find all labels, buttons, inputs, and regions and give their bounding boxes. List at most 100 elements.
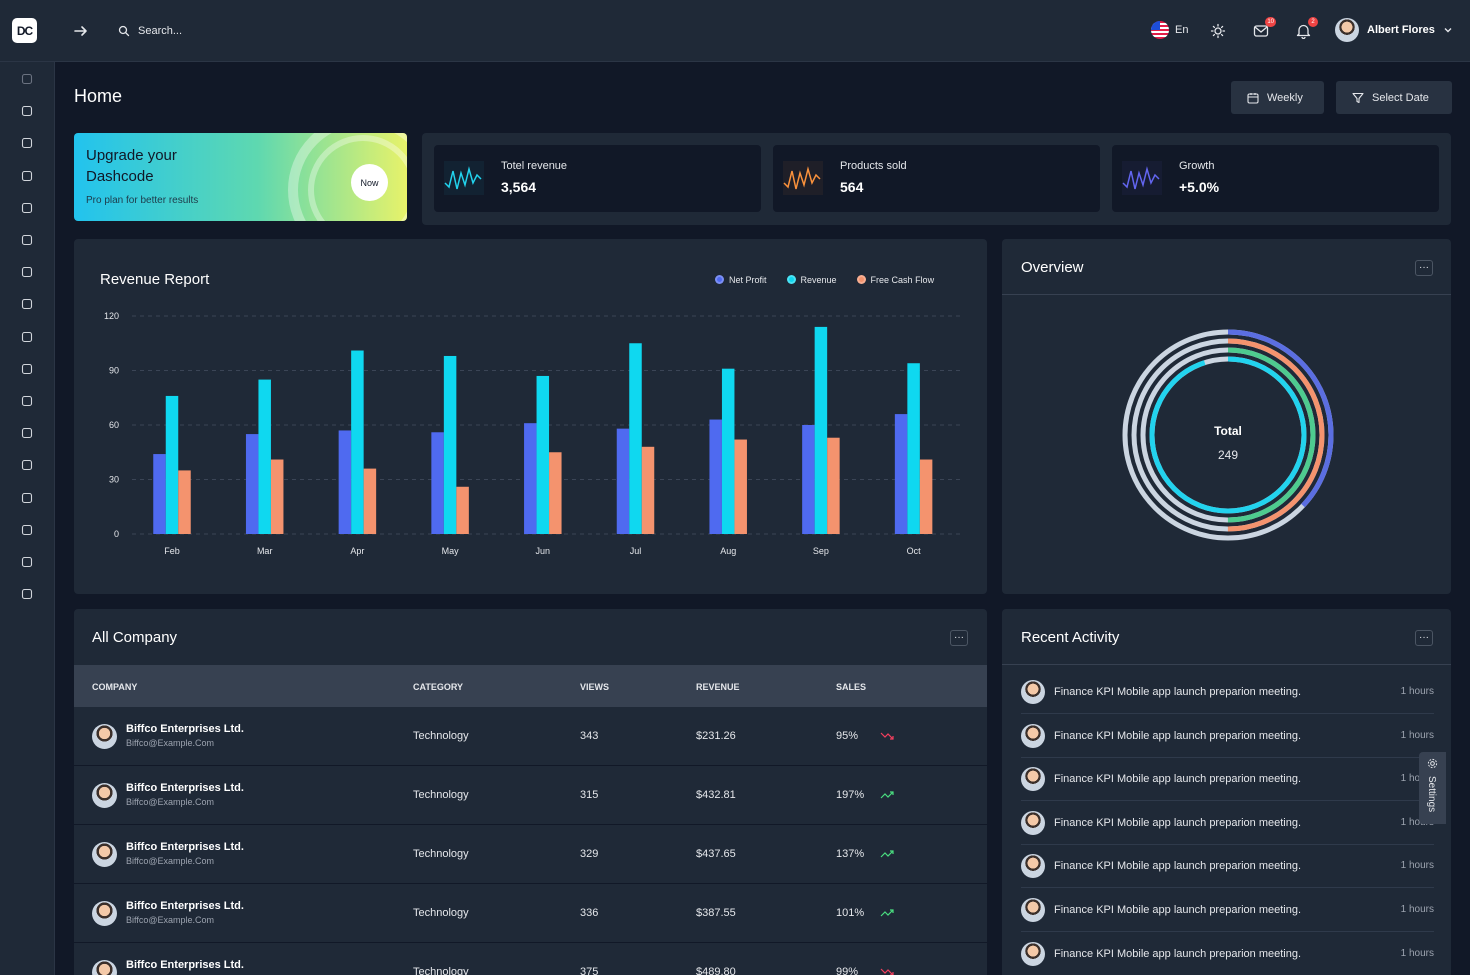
- x-tick-label: Oct: [907, 546, 922, 556]
- all-company-title: All Company: [92, 629, 178, 646]
- user-menu[interactable]: Albert Flores: [1335, 18, 1453, 42]
- briefcase-icon[interactable]: [19, 393, 35, 409]
- bar-free-cash-flow[interactable]: [919, 459, 933, 534]
- clipboard-check-icon[interactable]: [19, 232, 35, 248]
- trend-up-icon: [880, 909, 894, 917]
- bar-net-profit[interactable]: [524, 423, 537, 534]
- bar-revenue[interactable]: [907, 363, 920, 534]
- legend-revenue[interactable]: Revenue: [786, 275, 837, 285]
- bell-icon: [1296, 24, 1310, 39]
- bar-revenue[interactable]: [165, 395, 179, 534]
- header-revenue[interactable]: REVENUE: [696, 682, 740, 692]
- activity-item[interactable]: Finance KPI Mobile app launch preparion …: [1021, 758, 1434, 802]
- table-icon[interactable]: [19, 329, 35, 345]
- document-icon[interactable]: [19, 586, 35, 602]
- activity-item[interactable]: Finance KPI Mobile app launch preparion …: [1021, 671, 1434, 714]
- bar-revenue[interactable]: [443, 355, 457, 534]
- company-more-button[interactable]: ···: [950, 630, 968, 646]
- table-row[interactable]: Biffco Enterprises Ltd. Biffco@Example.Co…: [74, 825, 987, 884]
- search-input[interactable]: [138, 25, 308, 37]
- select-date-button[interactable]: Select Date: [1336, 81, 1452, 114]
- bar-free-cash-flow[interactable]: [641, 446, 655, 534]
- sidebar-toggle-arrow-icon[interactable]: [72, 22, 90, 40]
- activity-item[interactable]: Finance KPI Mobile app launch preparion …: [1021, 715, 1434, 758]
- bar-free-cash-flow[interactable]: [363, 468, 377, 534]
- home-icon[interactable]: [19, 71, 35, 87]
- bar-net-profit[interactable]: [894, 414, 908, 534]
- upgrade-now-button[interactable]: Now: [351, 164, 388, 201]
- activity-avatar: [1021, 723, 1045, 748]
- notification-button[interactable]: 2: [1292, 17, 1318, 42]
- activity-item[interactable]: Finance KPI Mobile app launch preparion …: [1021, 845, 1434, 889]
- file-icon[interactable]: [19, 264, 35, 280]
- bar-free-cash-flow[interactable]: [734, 439, 747, 534]
- activity-item[interactable]: Finance KPI Mobile app launch preparion …: [1021, 933, 1434, 975]
- map-icon[interactable]: [19, 522, 35, 538]
- mail-icon[interactable]: [19, 135, 35, 151]
- bar-revenue[interactable]: [629, 343, 642, 534]
- search-bar[interactable]: [118, 20, 318, 42]
- bar-revenue[interactable]: [351, 350, 364, 534]
- bar-free-cash-flow[interactable]: [456, 486, 469, 534]
- activity-text: Finance KPI Mobile app launch preparion …: [1054, 686, 1302, 698]
- bar-net-profit[interactable]: [431, 432, 444, 534]
- bar-net-profit[interactable]: [802, 425, 815, 534]
- language-selector[interactable]: En: [1151, 21, 1188, 39]
- table-row[interactable]: Biffco Enterprises Ltd.Biffco@Example.Co…: [74, 884, 987, 943]
- settings-tab[interactable]: Settings: [1419, 752, 1446, 824]
- overview-more-button[interactable]: ···: [1415, 260, 1433, 276]
- bar-revenue[interactable]: [536, 375, 550, 534]
- chat-icon[interactable]: [19, 103, 35, 119]
- app-logo[interactable]: DC: [12, 18, 37, 43]
- bar-net-profit[interactable]: [245, 434, 259, 534]
- company-name: Biffco Enterprises Ltd.: [126, 782, 244, 794]
- bar-chart-icon[interactable]: [19, 490, 35, 506]
- company-email: Biffco@Example.Com: [126, 856, 215, 866]
- activity-item[interactable]: Finance KPI Mobile app launch preparion …: [1021, 802, 1434, 845]
- bar-free-cash-flow[interactable]: [270, 459, 284, 534]
- header-views[interactable]: VIEWS: [580, 682, 609, 692]
- bar-net-profit[interactable]: [153, 454, 166, 534]
- bar-free-cash-flow[interactable]: [178, 470, 191, 534]
- activity-divider: [1002, 664, 1451, 665]
- lock-icon[interactable]: [19, 296, 35, 312]
- calendar-icon[interactable]: [19, 200, 35, 216]
- table-row[interactable]: Biffco Enterprises Ltd.Biffco@Example.Co…: [74, 943, 987, 975]
- company-avatar: [92, 842, 117, 867]
- bar-net-profit[interactable]: [709, 419, 722, 534]
- top-bar: DC En 10 2 Albert Flores: [0, 0, 1470, 62]
- page-title: Home: [74, 86, 123, 106]
- table-row[interactable]: Biffco Enterprises Ltd.Biffco@Example.Co…: [74, 766, 987, 825]
- activity-more-button[interactable]: ···: [1415, 630, 1433, 646]
- smile-icon[interactable]: [19, 554, 35, 570]
- table-row[interactable]: Biffco Enterprises Ltd.Biffco@Example.Co…: [74, 707, 987, 766]
- card-icon[interactable]: [19, 457, 35, 473]
- columns-icon[interactable]: [19, 168, 35, 184]
- bar-revenue[interactable]: [258, 379, 271, 534]
- bar-net-profit[interactable]: [616, 428, 630, 534]
- company-category: Technology: [413, 730, 469, 742]
- header-category[interactable]: CATEGORY: [413, 682, 463, 692]
- bar-net-profit[interactable]: [338, 430, 352, 534]
- recent-activity-title: Recent Activity: [1021, 629, 1120, 646]
- header-sales[interactable]: SALES: [836, 682, 866, 692]
- legend-net-profit[interactable]: Net Profit: [715, 275, 767, 285]
- clipboard-icon[interactable]: [19, 425, 35, 441]
- stat-value: 564: [840, 179, 864, 195]
- bar-revenue[interactable]: [814, 326, 828, 534]
- activity-item[interactable]: Finance KPI Mobile app launch preparion …: [1021, 889, 1434, 932]
- company-avatar: [92, 724, 117, 749]
- bar-free-cash-flow[interactable]: [549, 452, 562, 534]
- bar-free-cash-flow[interactable]: [827, 437, 840, 534]
- bar-revenue[interactable]: [721, 368, 735, 534]
- header-company[interactable]: COMPANY: [92, 682, 137, 692]
- legend-free-cash-flow[interactable]: Free Cash Flow: [856, 275, 934, 285]
- company-views: 315: [580, 789, 599, 801]
- apps-icon[interactable]: [19, 361, 35, 377]
- company-name: Biffco Enterprises Ltd.: [126, 841, 244, 853]
- weekly-button[interactable]: Weekly: [1231, 81, 1324, 114]
- weekly-label: Weekly: [1267, 91, 1303, 104]
- theme-toggle-sun-icon[interactable]: [1207, 20, 1229, 42]
- user-name: Albert Flores: [1367, 24, 1435, 36]
- mail-button[interactable]: 10: [1250, 17, 1276, 42]
